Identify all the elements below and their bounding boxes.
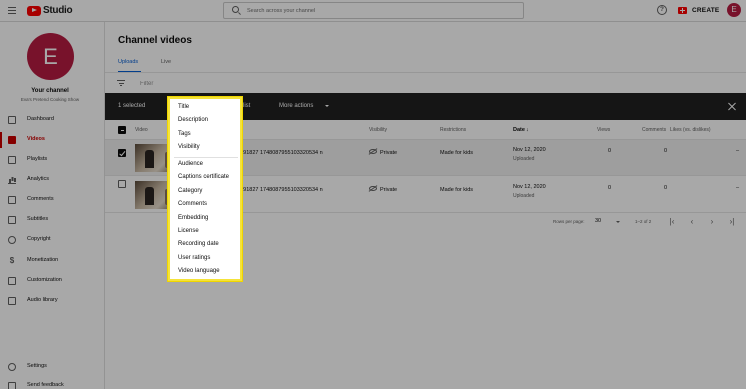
menu-item-tags[interactable]: Tags bbox=[178, 131, 191, 137]
menu-item-user-ratings[interactable]: User ratings bbox=[178, 255, 210, 261]
menu-item-comments[interactable]: Comments bbox=[178, 201, 207, 207]
modal-backdrop[interactable] bbox=[0, 0, 746, 389]
menu-item-recording-date[interactable]: Recording date bbox=[178, 241, 219, 247]
menu-item-video-language[interactable]: Video language bbox=[178, 268, 220, 274]
menu-item-description[interactable]: Description bbox=[178, 117, 208, 123]
menu-item-category[interactable]: Category bbox=[178, 188, 202, 194]
menu-item-title[interactable]: Title bbox=[178, 104, 189, 110]
edit-fields-dropdown: Title Description Tags Visibility Audien… bbox=[168, 97, 242, 281]
menu-divider bbox=[174, 157, 238, 158]
menu-item-visibility[interactable]: Visibility bbox=[178, 144, 200, 150]
menu-item-audience[interactable]: Audience bbox=[178, 161, 203, 167]
menu-item-captions-certificate[interactable]: Captions certificate bbox=[178, 174, 229, 180]
menu-item-license[interactable]: License bbox=[178, 228, 199, 234]
menu-item-embedding[interactable]: Embedding bbox=[178, 215, 208, 221]
